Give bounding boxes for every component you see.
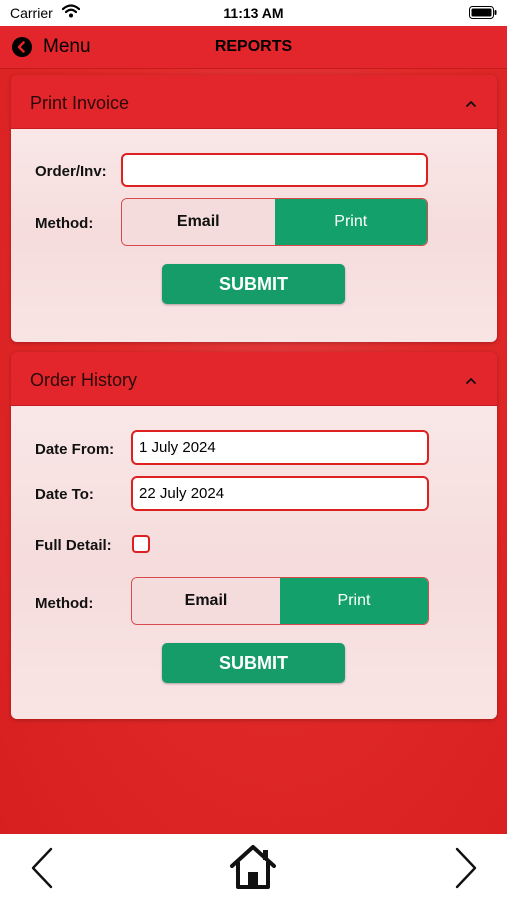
method-selector: Email Print (121, 198, 428, 246)
print-invoice-header[interactable]: Print Invoice (11, 75, 497, 129)
order-history-title: Order History (30, 370, 138, 390)
method-label: Method: (35, 215, 94, 232)
print-invoice-panel: Print Invoice Order/Inv: Method: Email P… (11, 75, 497, 342)
method-email-option[interactable]: Email (132, 578, 280, 624)
chevron-up-icon[interactable] (465, 95, 477, 113)
navigation-bar: Menu REPORTS (0, 26, 507, 69)
full-detail-checkbox[interactable] (132, 535, 150, 553)
chevron-up-icon[interactable] (465, 372, 477, 390)
chevron-left-icon[interactable] (28, 846, 56, 895)
status-time: 11:13 AM (223, 5, 284, 21)
home-icon[interactable] (228, 844, 278, 895)
date-from-label: Date From: (35, 441, 115, 458)
page-title: REPORTS (214, 38, 293, 55)
method-selector: Email Print (131, 577, 429, 625)
battery-icon (469, 6, 497, 22)
order-history-panel: Order History Date From: Date To: Full D… (11, 352, 497, 719)
method-email-option[interactable]: Email (122, 199, 275, 245)
print-invoice-submit-button[interactable]: SUBMIT (162, 264, 345, 304)
chevron-right-icon[interactable] (452, 846, 480, 895)
method-print-option[interactable]: Print (274, 199, 427, 245)
print-invoice-title: Print Invoice (30, 93, 130, 113)
order-inv-label: Order/Inv: (35, 163, 107, 180)
status-bar: Carrier 11:13 AM (0, 0, 507, 26)
date-to-input[interactable] (131, 476, 429, 511)
order-history-submit-button[interactable]: SUBMIT (162, 643, 345, 683)
order-inv-input[interactable] (121, 153, 428, 187)
order-history-header[interactable]: Order History (11, 352, 497, 406)
bottom-toolbar (0, 834, 507, 900)
date-to-label: Date To: (35, 486, 94, 503)
print-invoice-body: Order/Inv: Method: Email Print SUBMIT (11, 129, 497, 342)
method-print-option[interactable]: Print (280, 578, 428, 624)
order-history-body: Date From: Date To: Full Detail: Method:… (11, 406, 497, 719)
date-from-input[interactable] (131, 430, 429, 465)
full-detail-label: Full Detail: (35, 537, 112, 554)
method-label: Method: (35, 595, 94, 612)
